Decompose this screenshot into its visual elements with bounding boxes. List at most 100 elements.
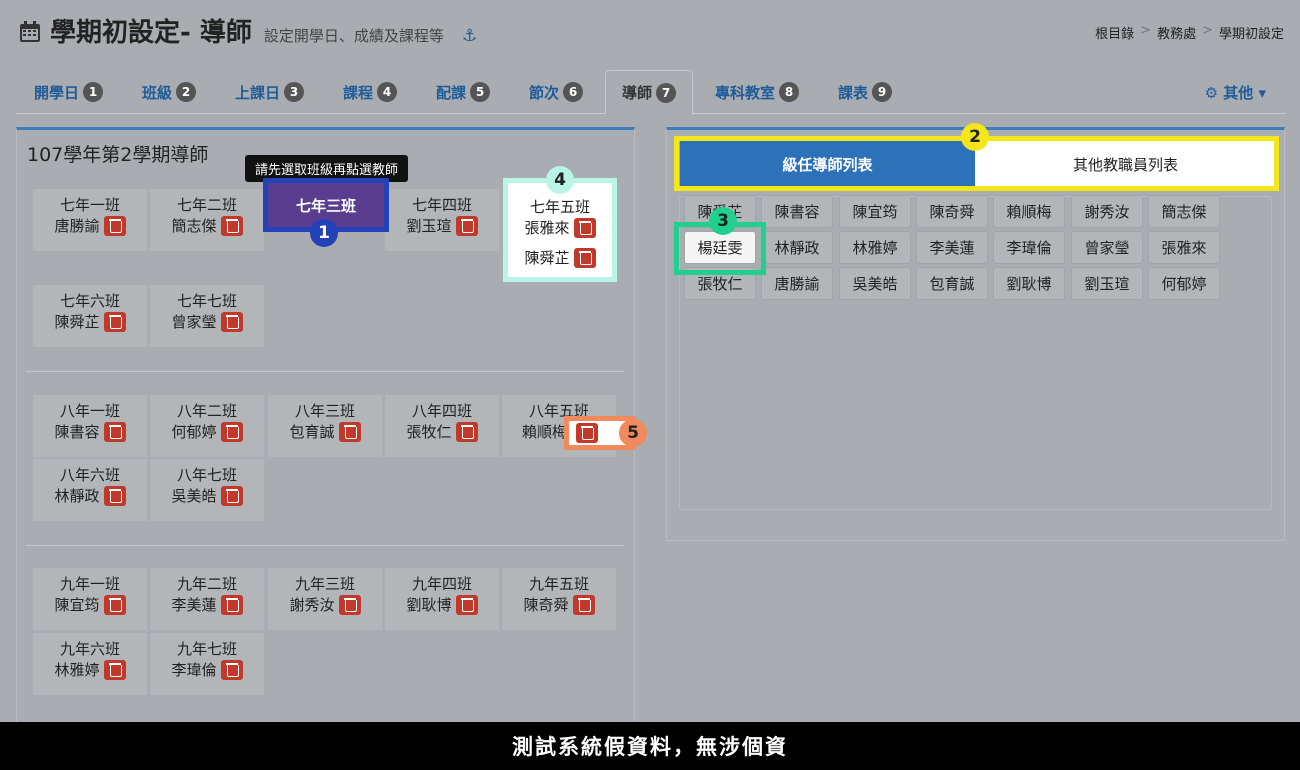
class-name: 九年七班 (176, 640, 237, 658)
breadcrumb-academic-office[interactable]: 教務處 (1157, 23, 1196, 42)
homeroom-teacher-list-tab[interactable]: 級任導師列表 (680, 141, 975, 187)
tab-classes[interactable]: 班級 2 (126, 70, 212, 114)
teacher-name: 包育誠 (289, 423, 335, 441)
tab-homeroom-teacher[interactable]: 導師 7 (605, 70, 694, 115)
teacher-button[interactable]: 林靜政 (761, 231, 833, 264)
anchor-icon[interactable]: ⚓ (462, 26, 477, 46)
trash-icon[interactable] (573, 248, 596, 268)
class-cell[interactable]: 七年七班 曾家瑩 (150, 285, 264, 347)
teacher-button[interactable]: 曾家瑩 (1071, 231, 1143, 264)
teacher-button[interactable]: 唐勝諭 (761, 267, 833, 300)
class-cell[interactable]: 八年六班 林靜政 (33, 459, 147, 521)
tab-course-assignment[interactable]: 配課 5 (420, 70, 506, 114)
class-cell[interactable]: 八年三班 包育誠 (268, 395, 382, 457)
tab-courses[interactable]: 課程 4 (327, 70, 413, 114)
class-cell[interactable]: 九年四班 劉耿博 (385, 568, 499, 630)
trash-icon[interactable] (103, 422, 126, 442)
teacher-button[interactable]: 何郁婷 (1148, 267, 1220, 300)
step-badge-3: 3 (709, 207, 737, 235)
class-cell[interactable]: 七年四班 劉玉瑄 (385, 189, 499, 251)
class-cell[interactable]: 七年五班 張雅來 陳舜芷 (508, 183, 612, 277)
trash-icon[interactable] (103, 595, 126, 615)
teacher-button[interactable]: 張雅來 (1148, 231, 1220, 264)
class-cell[interactable]: 八年七班 吳美皓 (150, 459, 264, 521)
class-cell[interactable]: 九年二班 李美蓮 (150, 568, 264, 630)
class-cell[interactable]: 七年二班 簡志傑 (150, 189, 264, 251)
teacher-button[interactable]: 吳美皓 (839, 267, 911, 300)
class-cell[interactable]: 九年一班 陳宜筠 (33, 568, 147, 630)
tab-special-classroom[interactable]: 專科教室 8 (699, 70, 815, 114)
class-cell[interactable]: 九年五班 陳奇舜 (502, 568, 616, 630)
class-cell[interactable]: 八年一班 陳書容 (33, 395, 147, 457)
teacher-button[interactable]: 謝秀汝 (1071, 195, 1143, 228)
teacher-button[interactable]: 賴順梅 (993, 195, 1065, 228)
teacher-button[interactable]: 李瑋倫 (993, 231, 1065, 264)
tab-number-badge: 2 (176, 82, 197, 102)
other-menu-dropdown[interactable]: ⚙ 其他 ▾ (1205, 70, 1286, 114)
tab-number-badge: 9 (872, 82, 893, 102)
breadcrumb-root[interactable]: 根目錄 (1095, 23, 1134, 42)
tab-school-days[interactable]: 上課日 3 (219, 70, 320, 114)
trash-icon[interactable] (220, 422, 243, 442)
tab-periods[interactable]: 節次 6 (513, 70, 599, 114)
teacher-button[interactable]: 張牧仁 (684, 267, 756, 300)
panel-title: 107學年第2學期導師 (27, 144, 209, 166)
teacher-button[interactable]: 林雅婷 (839, 231, 911, 264)
trash-icon[interactable] (103, 486, 126, 506)
teacher-button[interactable]: 陳書容 (761, 195, 833, 228)
trash-icon[interactable] (103, 312, 126, 332)
class-name: 八年六班 (59, 466, 120, 484)
class-cell[interactable]: 九年七班 李瑋倫 (150, 633, 264, 695)
teacher-button[interactable]: 李美蓮 (916, 231, 988, 264)
trash-icon[interactable] (220, 660, 243, 680)
teacher-button[interactable]: 簡志傑 (1148, 195, 1220, 228)
tab-number-badge: 8 (779, 82, 800, 102)
class-cell[interactable]: 七年六班 陳舜芷 (33, 285, 147, 347)
tab-start-date[interactable]: 開學日 1 (18, 70, 119, 114)
trash-icon[interactable] (220, 216, 243, 236)
trash-icon[interactable] (573, 218, 596, 238)
teacher-name: 陳書容 (54, 423, 100, 441)
teacher-name: 唐勝諭 (54, 217, 100, 235)
class-cell[interactable]: 九年三班 謝秀汝 (268, 568, 382, 630)
teacher-button-selected[interactable]: 楊廷雯 (684, 231, 756, 264)
teacher-name: 李美蓮 (171, 596, 217, 614)
trash-icon[interactable] (338, 422, 361, 442)
teacher-button[interactable]: 陳宜筠 (839, 195, 911, 228)
teacher-button[interactable]: 包育誠 (916, 267, 988, 300)
teacher-button[interactable]: 陳奇舜 (916, 195, 988, 228)
trash-icon[interactable] (220, 312, 243, 332)
trash-icon[interactable] (220, 486, 243, 506)
class-cell[interactable]: 八年二班 何郁婷 (150, 395, 264, 457)
trash-icon[interactable] (455, 595, 478, 615)
teacher-name: 謝秀汝 (289, 596, 335, 614)
page-header: 學期初設定- 導師 設定開學日、成績及課程等 ⚓ 根目錄 > 教務處 > 學期初… (0, 0, 1300, 62)
class-name: 九年四班 (411, 575, 472, 593)
class-cell[interactable]: 八年四班 張牧仁 (385, 395, 499, 457)
teacher-button[interactable]: 劉玉瑄 (1071, 267, 1143, 300)
tab-timetable[interactable]: 課表 9 (822, 70, 908, 114)
page-title: 學期初設定- 導師 (50, 18, 252, 48)
class-name: 九年五班 (528, 575, 589, 593)
title-group: 學期初設定- 導師 設定開學日、成績及課程等 ⚓ (18, 12, 477, 49)
class-name: 七年五班 (529, 198, 590, 216)
teacher-name: 賴順梅 (522, 423, 568, 441)
tab-label: 配課 (436, 83, 467, 102)
trash-icon[interactable] (455, 216, 478, 236)
trash-icon[interactable] (572, 595, 595, 615)
trash-icon[interactable] (338, 595, 361, 615)
tab-label: 上課日 (235, 83, 281, 102)
teacher-button[interactable]: 劉耿博 (993, 267, 1065, 300)
teacher-name: 曾家瑩 (171, 313, 217, 331)
class-cell[interactable]: 七年一班 唐勝諭 (33, 189, 147, 251)
class-cell[interactable]: 八年五班 賴順梅 (502, 395, 616, 457)
class-name: 八年七班 (176, 466, 237, 484)
other-staff-list-tab[interactable]: 其他教職員列表 (975, 141, 1276, 187)
trash-icon[interactable] (103, 216, 126, 236)
trash-icon[interactable] (103, 660, 126, 680)
trash-icon[interactable] (220, 595, 243, 615)
section-divider (26, 545, 624, 546)
tab-number-badge: 3 (284, 82, 305, 102)
trash-icon[interactable] (455, 422, 478, 442)
class-cell[interactable]: 九年六班 林雅婷 (33, 633, 147, 695)
